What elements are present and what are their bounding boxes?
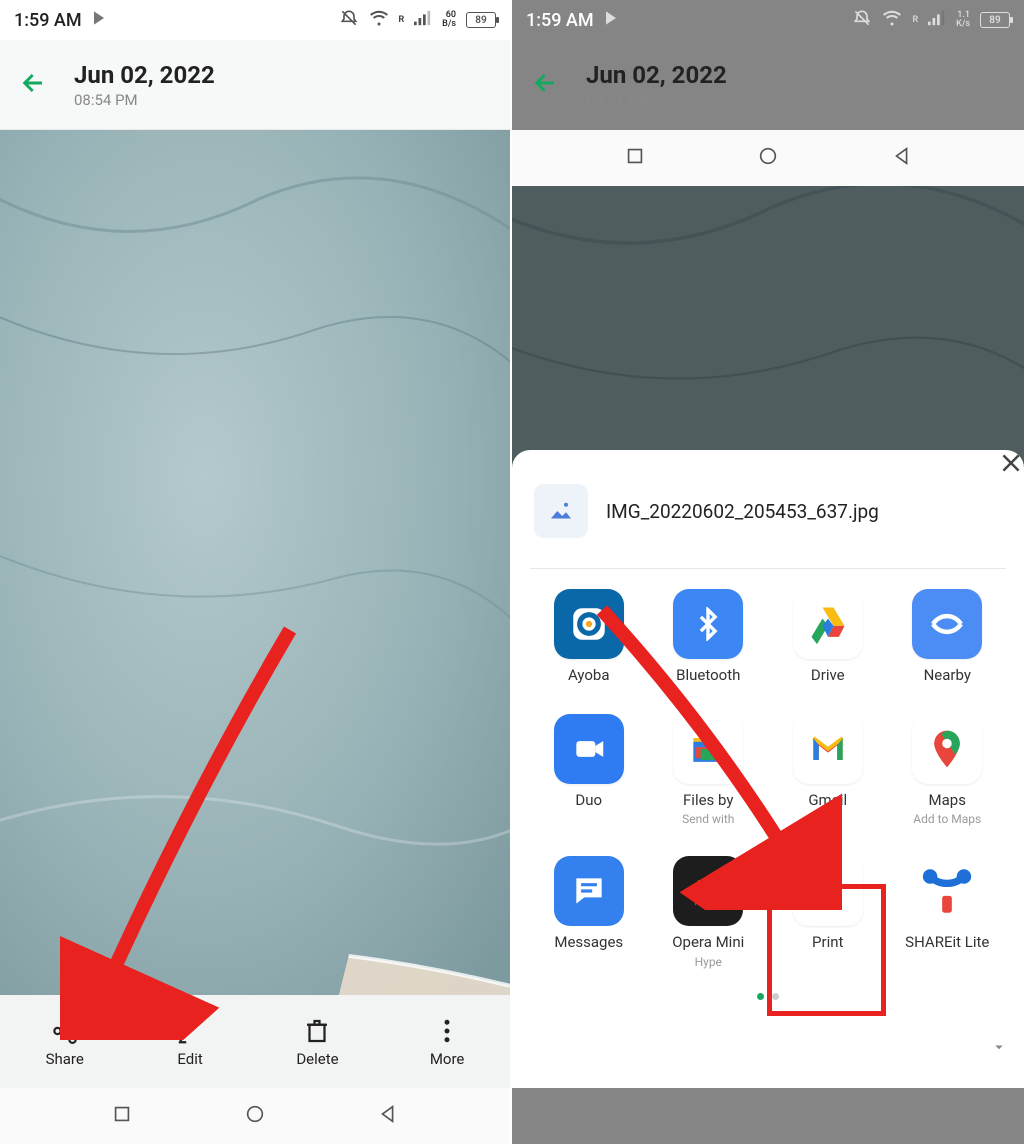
share-target-duo[interactable]: Duo [534,714,644,827]
ayoba-icon [554,589,624,659]
back-button[interactable] [377,1103,399,1129]
share-target-maps[interactable]: Maps Add to Maps [893,714,1003,827]
annotation-highlight-print [767,884,886,1016]
clock-text: 1:59 AM [14,10,82,31]
signal-icon [928,10,946,31]
share-target-messages[interactable]: Messages [534,856,644,969]
opera-icon [673,856,743,926]
share-target-nearby[interactable]: Nearby [893,589,1003,684]
gmail-icon [793,714,863,784]
delete-label: Delete [296,1050,338,1068]
photo-date: Jun 02, 2022 [74,61,215,89]
bottom-actions: Share Edit Delete More [0,995,510,1088]
edit-button[interactable]: Edit [175,1016,205,1068]
net-speed: 1.1K/s [956,11,970,29]
files-icon [673,714,743,784]
share-target-gmail[interactable]: Gmail [773,714,883,827]
share-target-opera[interactable]: Opera Mini Hype [654,856,764,969]
navigation-bar [0,1088,510,1144]
recent-apps-button[interactable] [624,145,646,171]
photo-header: Jun 02, 2022 08:54 PM [0,40,510,130]
delete-button[interactable]: Delete [296,1016,338,1068]
file-thumbnail [534,484,588,538]
mute-icon [339,8,359,33]
signal-r: R [912,16,918,25]
left-screen: 1:59 AM R 60B/s 89 Jun 02, 2022 08:54 PM [0,0,512,1144]
play-store-icon [92,10,108,31]
mute-icon [852,8,872,33]
photo-viewport[interactable] [0,130,510,995]
nearby-icon [912,589,982,659]
photo-time: 08:54 PM [74,91,215,109]
battery-icon: 89 [980,12,1010,28]
wifi-icon [882,9,902,32]
duo-icon [554,714,624,784]
battery-icon: 89 [466,12,496,28]
signal-icon [414,10,432,31]
messages-icon [554,856,624,926]
home-button[interactable] [244,1103,266,1129]
navigation-bar [512,130,1024,186]
more-label: More [430,1050,465,1068]
share-button[interactable]: Share [46,1016,84,1068]
photo-time: 08:54 PM [586,91,727,109]
home-button[interactable] [757,145,779,171]
right-screen: 1:59 AM R 1.1K/s 89 Jun 02, 2022 08:54 P… [512,0,1024,1144]
trash-icon [302,1016,332,1046]
share-target-bluetooth[interactable]: Bluetooth [654,589,764,684]
signal-r: R [399,16,405,25]
share-target-drive[interactable]: Drive [773,589,883,684]
photo-header: Jun 02, 2022 08:54 PM [512,40,1024,130]
more-icon [432,1016,462,1046]
wifi-icon [369,9,389,32]
drive-icon [793,589,863,659]
image-icon [546,496,576,526]
page-dot [757,993,764,1000]
clock-text: 1:59 AM [526,10,594,31]
share-label: Share [46,1050,84,1068]
back-button[interactable] [891,145,913,171]
net-speed: 60B/s [442,11,456,29]
recent-apps-button[interactable] [111,1103,133,1129]
share-target-ayoba[interactable]: Ayoba [534,589,644,684]
play-store-icon [604,10,620,31]
edit-icon [175,1016,205,1046]
share-filename: IMG_20220602_205453_637.jpg [606,500,879,523]
edit-label: Edit [177,1050,202,1068]
photo-date: Jun 02, 2022 [586,61,727,89]
status-bar: 1:59 AM R 60B/s 89 [0,0,510,40]
divider [530,568,1006,569]
expand-toggle[interactable] [990,1038,1008,1060]
bluetooth-icon [673,589,743,659]
back-arrow-icon[interactable] [530,67,562,103]
shareit-icon [912,856,982,926]
more-button[interactable]: More [430,1016,465,1068]
back-arrow-icon[interactable] [18,67,50,103]
status-bar: 1:59 AM R 1.1K/s 89 [512,0,1024,40]
maps-icon [912,714,982,784]
share-icon [50,1016,80,1046]
share-target-files[interactable]: Files by Send with [654,714,764,827]
share-target-shareit[interactable]: SHAREit Lite [893,856,1003,969]
